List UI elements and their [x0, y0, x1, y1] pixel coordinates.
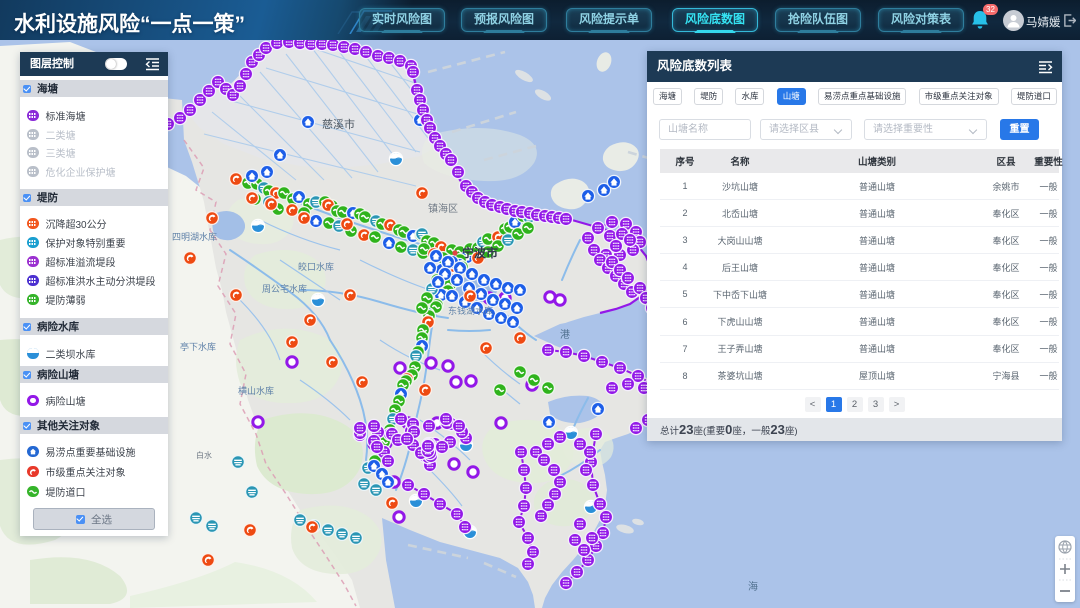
svg-text:东钱湖水库: 东钱湖水库 [448, 305, 493, 316]
svg-text:白水: 白水 [196, 450, 212, 460]
svg-text:港: 港 [560, 329, 570, 341]
svg-text:慈溪市: 慈溪市 [322, 117, 355, 131]
svg-text:横山水库: 横山水库 [238, 385, 274, 396]
svg-text:宁波市: 宁波市 [462, 245, 498, 260]
svg-text:亭下水库: 亭下水库 [180, 341, 216, 352]
svg-text:镇海区: 镇海区 [428, 202, 458, 215]
svg-text:四明湖水库: 四明湖水库 [172, 231, 217, 242]
svg-text:皎口水库: 皎口水库 [298, 261, 334, 272]
svg-text:海: 海 [748, 580, 758, 593]
svg-text:周公宅水库: 周公宅水库 [262, 283, 307, 294]
